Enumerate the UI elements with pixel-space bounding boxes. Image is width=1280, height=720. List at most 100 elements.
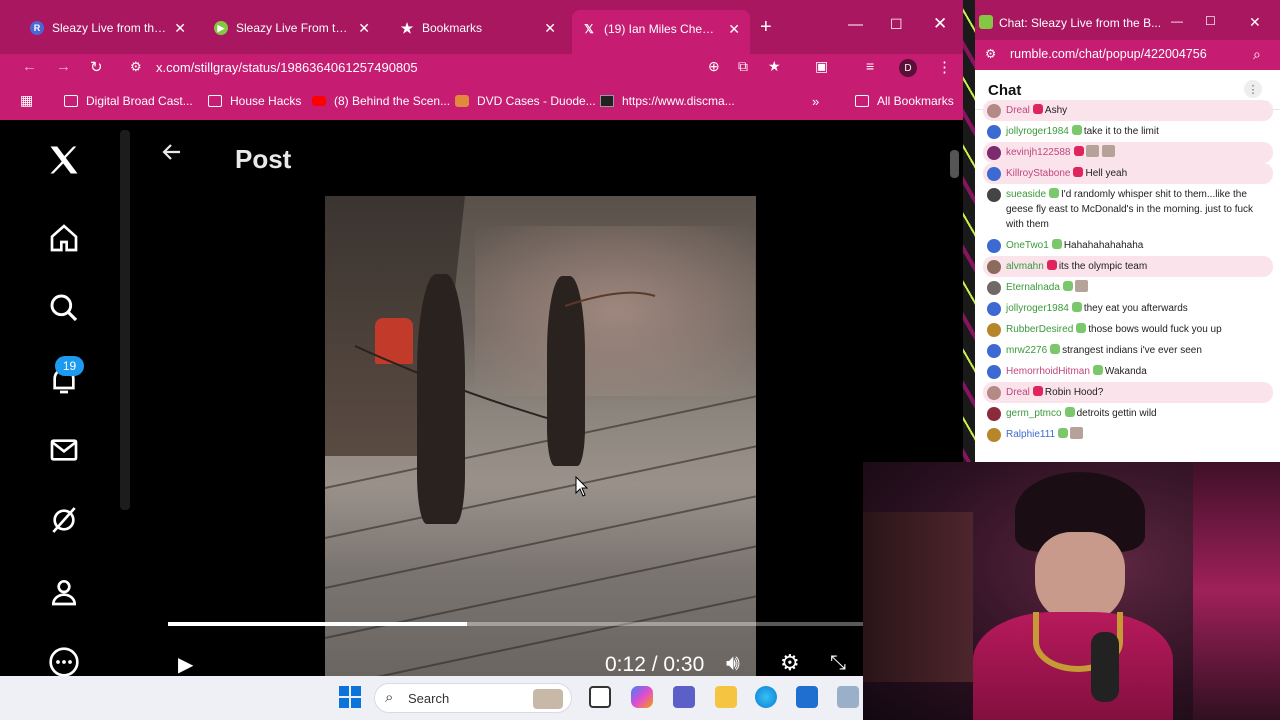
menu-kebab-icon[interactable]: ⋮ bbox=[937, 58, 952, 76]
search-icon[interactable] bbox=[44, 288, 84, 328]
chat-options-icon[interactable]: ⋮ bbox=[1244, 80, 1262, 98]
back-arrow-icon[interactable] bbox=[160, 140, 184, 164]
back-icon[interactable]: ← bbox=[22, 58, 37, 75]
chat-username[interactable]: OneTwo1 bbox=[1006, 240, 1049, 251]
close-icon[interactable]: ✕ bbox=[728, 21, 740, 38]
more-bookmarks-icon[interactable]: » bbox=[812, 94, 819, 109]
task-view-icon[interactable] bbox=[589, 686, 611, 708]
user-avatar[interactable] bbox=[987, 260, 1001, 274]
chat-username[interactable]: Dreal bbox=[1006, 387, 1030, 398]
bookmark-folder[interactable]: Digital Broad Cast... bbox=[64, 94, 193, 108]
user-avatar[interactable] bbox=[987, 344, 1001, 358]
tab-4-active[interactable]: 𝕏 (19) Ian Miles Cheong c ✕ bbox=[572, 10, 750, 54]
chat-username[interactable]: KillroyStabone bbox=[1006, 168, 1070, 179]
bookmark-link[interactable]: (8) Behind the Scen... bbox=[312, 94, 450, 108]
volume-icon[interactable]: 🔊︎ bbox=[726, 650, 740, 676]
page-scrollbar[interactable] bbox=[950, 150, 959, 178]
folder-icon bbox=[208, 95, 222, 107]
chat-username[interactable]: kevinjh122588 bbox=[1006, 147, 1071, 158]
bookmark-link[interactable]: https://www.discma... bbox=[600, 94, 735, 108]
address-bar[interactable]: ⚙ x.com/stillgray/status/198636406125749… bbox=[120, 54, 800, 82]
user-avatar[interactable] bbox=[987, 125, 1001, 139]
user-avatar[interactable] bbox=[987, 239, 1001, 253]
folder-icon bbox=[64, 95, 78, 107]
user-avatar[interactable] bbox=[987, 146, 1001, 160]
chat-username[interactable]: jollyroger1984 bbox=[1006, 303, 1069, 314]
apps-grid-icon[interactable]: ▦ bbox=[20, 92, 33, 109]
chat-message-list[interactable]: Dreal Ashy jollyroger1984 take it to the li… bbox=[983, 100, 1273, 462]
home-icon[interactable] bbox=[44, 218, 84, 258]
edge-icon[interactable] bbox=[755, 686, 777, 708]
cast-icon[interactable]: ▣ bbox=[815, 58, 828, 75]
chat-message: RubberDesired those bows would fuck you u… bbox=[983, 319, 1273, 340]
close-icon[interactable]: ✕ bbox=[544, 20, 556, 37]
grok-icon[interactable] bbox=[44, 500, 84, 540]
close-icon[interactable]: ✕ bbox=[174, 20, 186, 37]
bookmark-link[interactable]: DVD Cases - Duode... bbox=[455, 94, 596, 108]
user-avatar[interactable] bbox=[987, 386, 1001, 400]
chat-username[interactable]: Ralphie111 bbox=[1006, 429, 1055, 440]
chat-text: Ashy bbox=[1044, 105, 1068, 116]
user-avatar[interactable] bbox=[987, 281, 1001, 295]
all-bookmarks[interactable]: All Bookmarks bbox=[855, 94, 954, 108]
chat-username[interactable]: germ_ptmco bbox=[1006, 408, 1062, 419]
maximize-icon[interactable]: ☐ bbox=[890, 16, 903, 33]
left-scrollbar[interactable] bbox=[120, 130, 130, 510]
file-explorer-icon[interactable] bbox=[715, 686, 737, 708]
close-icon[interactable]: ✕ bbox=[358, 20, 370, 37]
window-close-icon[interactable]: ✕ bbox=[1249, 14, 1261, 31]
reload-icon[interactable]: ↻ bbox=[90, 58, 103, 76]
teams-icon[interactable] bbox=[673, 686, 695, 708]
user-avatar[interactable] bbox=[987, 188, 1001, 202]
webcam-overlay bbox=[863, 462, 1280, 720]
chat-username[interactable]: HemorrhoidHitman bbox=[1006, 366, 1090, 377]
user-avatar[interactable] bbox=[987, 302, 1001, 316]
mail-icon[interactable] bbox=[44, 430, 84, 470]
bookmark-star-icon[interactable]: ★ bbox=[768, 58, 781, 75]
site-controls-icon[interactable]: ⚙ bbox=[985, 46, 996, 61]
chat-username[interactable]: Dreal bbox=[1006, 105, 1030, 116]
window-close-icon[interactable]: ✕ bbox=[933, 14, 947, 34]
user-avatar[interactable] bbox=[987, 407, 1001, 421]
site-info-icon[interactable]: ⚙ bbox=[130, 59, 142, 75]
user-avatar[interactable] bbox=[987, 365, 1001, 379]
taskbar-search[interactable]: ⌕ Search bbox=[374, 683, 572, 713]
user-avatar[interactable] bbox=[987, 104, 1001, 118]
zoom-icon[interactable]: ⊕ bbox=[708, 58, 720, 75]
forward-icon[interactable]: → bbox=[56, 58, 71, 75]
copilot-icon[interactable] bbox=[631, 686, 653, 708]
profile-icon[interactable] bbox=[44, 572, 84, 612]
app-icon[interactable] bbox=[837, 686, 859, 708]
profile-avatar[interactable]: D bbox=[899, 59, 917, 77]
chat-username[interactable]: Eternalnada bbox=[1006, 282, 1060, 293]
video-progress-bar[interactable] bbox=[168, 622, 863, 626]
maximize-icon[interactable]: ☐ bbox=[1205, 14, 1216, 28]
windows-start-icon[interactable] bbox=[339, 686, 361, 708]
bookmark-folder[interactable]: House Hacks bbox=[208, 94, 301, 108]
minimize-icon[interactable]: — bbox=[1171, 14, 1183, 28]
search-icon[interactable]: ⌕ bbox=[1253, 46, 1261, 63]
microphone bbox=[1091, 632, 1119, 702]
fullscreen-icon[interactable]: ⤡ bbox=[830, 652, 846, 675]
install-icon[interactable]: ⧉ bbox=[738, 58, 748, 75]
x-logo-icon[interactable] bbox=[44, 140, 84, 180]
tab-3[interactable]: ★ Bookmarks ✕ bbox=[390, 14, 566, 42]
settings-gear-icon[interactable]: ⚙ bbox=[780, 650, 800, 676]
play-icon[interactable]: ▶ bbox=[178, 652, 193, 677]
chat-username[interactable]: RubberDesired bbox=[1006, 324, 1073, 335]
chat-username[interactable]: alvmahn bbox=[1006, 261, 1044, 272]
video-player[interactable] bbox=[325, 196, 756, 676]
x-post-page: 19 Post ▶ 0:12 / 0:30 🔊︎ ⚙ ⤡ bbox=[0, 120, 963, 677]
tab-1[interactable]: R Sleazy Live from the Bu ✕ bbox=[20, 14, 196, 42]
tab-2[interactable]: ▶ Sleazy Live From the Bu ✕ bbox=[204, 14, 380, 42]
chat-username[interactable]: jollyroger1984 bbox=[1006, 126, 1069, 137]
minimize-icon[interactable]: — bbox=[848, 16, 863, 33]
user-avatar[interactable] bbox=[987, 428, 1001, 442]
chat-username[interactable]: sueaside bbox=[1006, 189, 1046, 200]
user-avatar[interactable] bbox=[987, 323, 1001, 337]
media-icon[interactable]: ≡ bbox=[866, 58, 874, 74]
new-tab-icon[interactable]: + bbox=[760, 16, 772, 39]
chat-username[interactable]: mrw2276 bbox=[1006, 345, 1047, 356]
store-icon[interactable] bbox=[796, 686, 818, 708]
user-avatar[interactable] bbox=[987, 167, 1001, 181]
